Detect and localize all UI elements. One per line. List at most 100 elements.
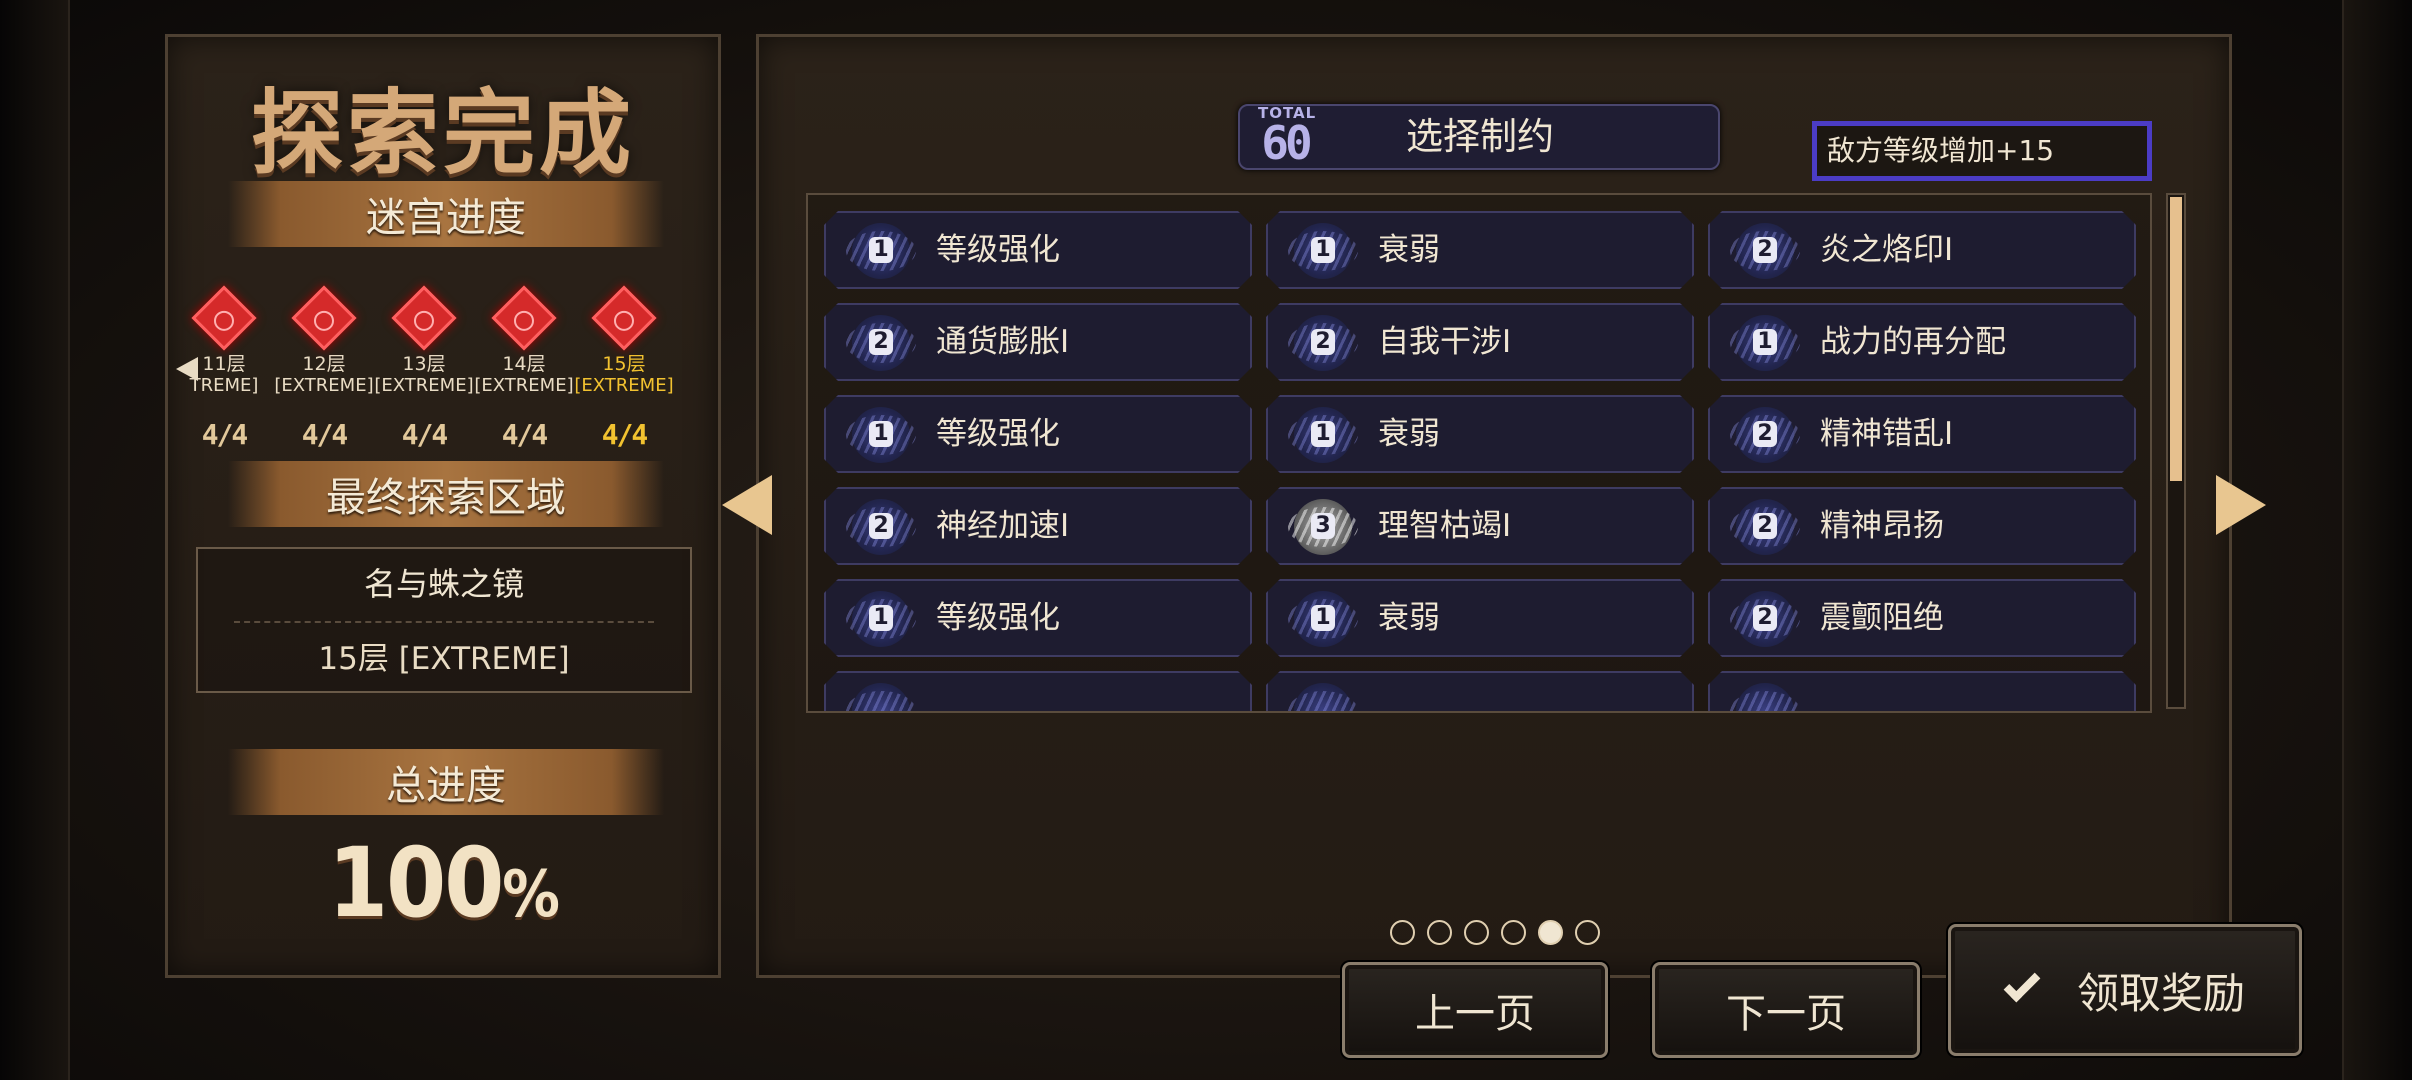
constraint-item[interactable]: 2 精神昂扬: [1708, 487, 2136, 565]
constraint-level-badge-icon: 1: [852, 223, 910, 279]
constraint-item[interactable]: 2 精神错乱I: [1708, 395, 2136, 473]
page-dot[interactable]: [1575, 920, 1600, 945]
constraint-level-badge-icon: 1: [852, 407, 910, 463]
constraint-item[interactable]: 2 自我干涉I: [1266, 303, 1694, 381]
previous-arrow-icon[interactable]: [722, 475, 772, 535]
prev-page-button[interactable]: 上一页: [1342, 962, 1608, 1058]
constraint-label: 自我干涉I: [1378, 324, 1512, 360]
constraint-item[interactable]: 3 理智枯竭I: [1266, 487, 1694, 565]
constraint-level: 1: [1753, 329, 1777, 355]
page-title: 探索完成: [250, 79, 635, 187]
constraint-level-badge-icon: 1: [1294, 223, 1352, 279]
constraint-item-partial[interactable]: [824, 671, 1252, 713]
constraint-level: 2: [1753, 237, 1777, 263]
page-dot[interactable]: [1427, 920, 1452, 945]
constraint-level-badge-icon: 2: [1294, 315, 1352, 371]
constraint-level: 2: [869, 329, 893, 355]
area-name: 名与蛛之镜: [363, 565, 524, 603]
constraint-level: 1: [1311, 237, 1335, 263]
floor-label: 15层: [602, 353, 646, 375]
floor-difficulty: [EXTREME]: [274, 375, 374, 396]
constraint-label: 衰弱: [1378, 600, 1440, 636]
constraint-level: 1: [869, 421, 893, 447]
constraint-item[interactable]: 2 神经加速I: [824, 487, 1252, 565]
claim-reward-button[interactable]: 领取奖励: [1948, 924, 2302, 1056]
floor-label: 14层: [502, 353, 546, 375]
constraint-level-badge-icon: 1: [1294, 407, 1352, 463]
constraint-item[interactable]: 2 震颤阻绝: [1708, 579, 2136, 657]
page-dot[interactable]: [1464, 920, 1489, 945]
constraint-item[interactable]: 2 炎之烙印I: [1708, 211, 2136, 289]
floor-label: 13层: [402, 353, 446, 375]
floor-marker-icon: [491, 285, 557, 351]
constraint-item[interactable]: 1 衰弱: [1266, 395, 1694, 473]
exploration-summary-panel: 探索完成 迷宫进度 11层 TREME] 4/4 12层 [EXTREME] 4…: [165, 34, 721, 978]
enemy-level-text: 敌方等级增加+15: [1812, 121, 2152, 181]
frame-left-edge: [0, 0, 70, 1080]
floor-label: 11层: [202, 353, 246, 375]
floor-item-current: 15层 [EXTREME] 4/4: [574, 257, 674, 451]
scrollbar-thumb[interactable]: [2170, 197, 2182, 481]
constraint-item-partial[interactable]: [1708, 671, 2136, 713]
constraint-level: 1: [869, 237, 893, 263]
next-page-button[interactable]: 下一页: [1652, 962, 1920, 1058]
constraint-title: 选择制约: [1406, 115, 1554, 158]
floor-count: 4/4: [601, 418, 649, 451]
page-dot-active[interactable]: [1538, 920, 1563, 945]
constraint-item[interactable]: 1 等级强化: [824, 211, 1252, 289]
constraint-label: 衰弱: [1378, 416, 1440, 452]
constraint-label: 精神错乱I: [1820, 416, 1954, 452]
constraint-level: 1: [1311, 605, 1335, 631]
constraint-item[interactable]: 1 等级强化: [824, 579, 1252, 657]
constraint-level-badge-icon: [852, 683, 910, 713]
floor-item: 13层 [EXTREME] 4/4: [374, 257, 474, 451]
game-screen: { "left_panel": { "title": "探索完成", "maze…: [0, 0, 2412, 1080]
constraint-level-badge-icon: 2: [852, 499, 910, 555]
constraint-item[interactable]: 1 等级强化: [824, 395, 1252, 473]
constraint-item[interactable]: 2 通货膨胀I: [824, 303, 1252, 381]
constraint-list[interactable]: 1 等级强化 1 衰弱 2 炎之烙印I 2 通货膨胀I 2 自我干涉I 1 战力的再分配 1 等级强化 1 衰…: [806, 193, 2152, 713]
page-dot[interactable]: [1501, 920, 1526, 945]
constraint-level: 1: [869, 605, 893, 631]
constraint-label: 精神昂扬: [1820, 508, 1944, 544]
page-dot[interactable]: [1390, 920, 1415, 945]
constraint-level-badge-icon: 2: [1736, 223, 1794, 279]
next-arrow-icon[interactable]: [2216, 475, 2266, 535]
constraint-label: 等级强化: [936, 232, 1060, 268]
constraint-label: 等级强化: [936, 600, 1060, 636]
constraint-list-scrollbar[interactable]: [2166, 193, 2186, 709]
constraint-level-badge-icon: 2: [1736, 591, 1794, 647]
floor-marker-icon: [591, 285, 657, 351]
constraint-level: 2: [1753, 605, 1777, 631]
divider: [234, 621, 654, 623]
constraint-level: 2: [869, 513, 893, 539]
constraint-item-partial[interactable]: [1266, 671, 1694, 713]
constraint-item[interactable]: 1 衰弱: [1266, 579, 1694, 657]
constraint-label: 理智枯竭I: [1378, 508, 1512, 544]
constraint-label: 炎之烙印I: [1820, 232, 1954, 268]
checkmark-icon: [2003, 965, 2041, 1003]
constraint-level-badge-icon: [1736, 683, 1794, 713]
page-indicator: [1390, 920, 1600, 946]
total-progress-header: 总进度: [228, 749, 664, 815]
constraint-level-badge-icon: 2: [1736, 499, 1794, 555]
floor-count: 4/4: [201, 418, 249, 451]
constraint-level: 2: [1311, 329, 1335, 355]
floor-marker-icon: [391, 285, 457, 351]
constraint-level-badge-icon: 1: [852, 591, 910, 647]
final-area-box: 名与蛛之镜 15层 [EXTREME]: [196, 547, 692, 693]
claim-reward-label: 领取奖励: [2076, 968, 2245, 1018]
floor-count: 4/4: [301, 418, 349, 451]
constraint-level: 2: [1753, 421, 1777, 447]
constraint-label: 战力的再分配: [1820, 324, 2006, 360]
constraint-item[interactable]: 1 衰弱: [1266, 211, 1694, 289]
total-value: 60: [1261, 116, 1312, 170]
floor-difficulty: [EXTREME]: [574, 375, 674, 396]
constraint-header: TOTAL 60 选择制约: [1238, 104, 1720, 170]
floor-difficulty: [EXTREME]: [474, 375, 574, 396]
constraint-label: 衰弱: [1378, 232, 1440, 268]
total-progress-unit: %: [502, 858, 560, 932]
constraint-item[interactable]: 1 战力的再分配: [1708, 303, 2136, 381]
constraint-label: 通货膨胀I: [936, 324, 1070, 360]
floor-item: 14层 [EXTREME] 4/4: [474, 257, 574, 451]
